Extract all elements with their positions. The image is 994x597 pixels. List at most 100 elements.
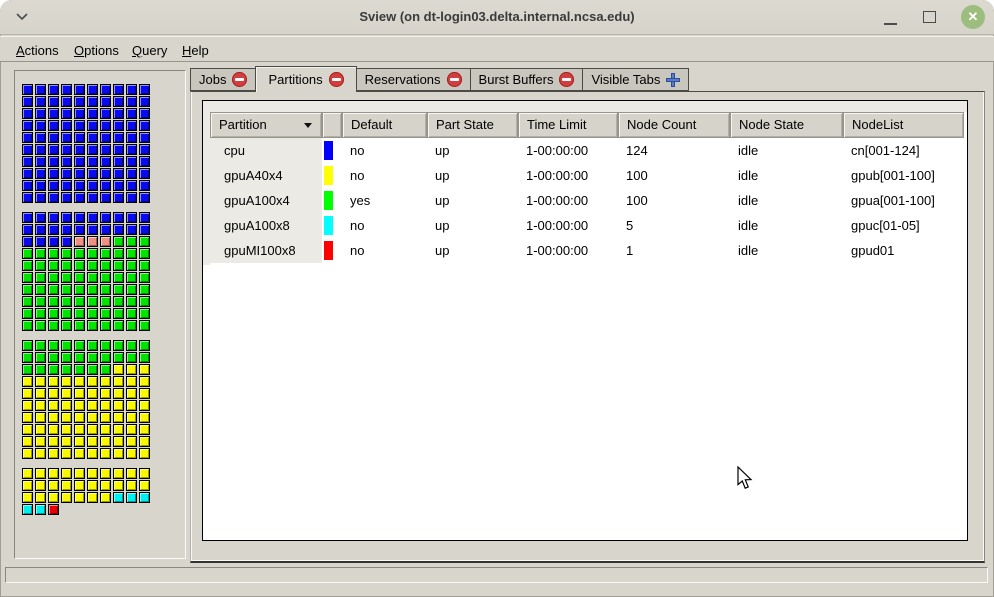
node-square[interactable] xyxy=(61,144,72,155)
table-row[interactable]: cpunoup1-00:00:00124idlecn[001-124] xyxy=(203,138,967,163)
node-square[interactable] xyxy=(126,448,137,459)
node-square[interactable] xyxy=(139,108,150,119)
node-square[interactable] xyxy=(61,492,72,503)
node-square[interactable] xyxy=(61,180,72,191)
close-button[interactable]: ✕ xyxy=(961,5,985,29)
node-square[interactable] xyxy=(87,364,98,375)
node-square[interactable] xyxy=(100,96,111,107)
node-square[interactable] xyxy=(48,272,59,283)
node-square[interactable] xyxy=(22,212,33,223)
node-square[interactable] xyxy=(48,156,59,167)
node-square[interactable] xyxy=(87,120,98,131)
node-square[interactable] xyxy=(100,308,111,319)
node-square[interactable] xyxy=(100,376,111,387)
menu-help[interactable]: Help xyxy=(178,41,213,60)
node-square[interactable] xyxy=(74,388,85,399)
node-square[interactable] xyxy=(113,492,124,503)
tab-partitions[interactable]: Partitions xyxy=(255,66,356,92)
node-square[interactable] xyxy=(100,400,111,411)
node-square[interactable] xyxy=(100,468,111,479)
node-square[interactable] xyxy=(87,448,98,459)
node-square[interactable] xyxy=(87,412,98,423)
node-square[interactable] xyxy=(139,424,150,435)
node-square[interactable] xyxy=(113,96,124,107)
node-square[interactable] xyxy=(61,352,72,363)
node-square[interactable] xyxy=(35,296,46,307)
node-square[interactable] xyxy=(48,236,59,247)
node-square[interactable] xyxy=(35,424,46,435)
node-square[interactable] xyxy=(61,400,72,411)
node-square[interactable] xyxy=(22,84,33,95)
node-square[interactable] xyxy=(74,436,85,447)
node-square[interactable] xyxy=(139,284,150,295)
node-square[interactable] xyxy=(126,120,137,131)
node-square[interactable] xyxy=(126,296,137,307)
node-square[interactable] xyxy=(35,468,46,479)
node-square[interactable] xyxy=(113,144,124,155)
node-square[interactable] xyxy=(126,168,137,179)
node-square[interactable] xyxy=(35,400,46,411)
node-square[interactable] xyxy=(61,108,72,119)
node-square[interactable] xyxy=(22,192,33,203)
column-header-default[interactable]: Default xyxy=(342,112,427,138)
node-square[interactable] xyxy=(139,168,150,179)
node-square[interactable] xyxy=(48,448,59,459)
minimize-button[interactable] xyxy=(884,23,897,25)
node-square[interactable] xyxy=(126,436,137,447)
node-square[interactable] xyxy=(100,340,111,351)
node-square[interactable] xyxy=(22,340,33,351)
node-square[interactable] xyxy=(61,248,72,259)
node-square[interactable] xyxy=(113,436,124,447)
node-square[interactable] xyxy=(35,436,46,447)
node-square[interactable] xyxy=(87,96,98,107)
node-square[interactable] xyxy=(126,192,137,203)
node-square[interactable] xyxy=(48,308,59,319)
node-square[interactable] xyxy=(87,192,98,203)
no-entry-icon[interactable] xyxy=(559,72,574,87)
maximize-button[interactable] xyxy=(923,11,936,23)
node-square[interactable] xyxy=(126,132,137,143)
tab-burst-buffers[interactable]: Burst Buffers xyxy=(470,68,584,91)
node-square[interactable] xyxy=(22,132,33,143)
node-square[interactable] xyxy=(87,296,98,307)
node-square[interactable] xyxy=(139,192,150,203)
node-square[interactable] xyxy=(113,320,124,331)
node-square[interactable] xyxy=(35,144,46,155)
node-square[interactable] xyxy=(87,424,98,435)
node-square[interactable] xyxy=(126,156,137,167)
node-square[interactable] xyxy=(100,108,111,119)
node-square[interactable] xyxy=(87,320,98,331)
node-square[interactable] xyxy=(61,84,72,95)
node-square[interactable] xyxy=(139,468,150,479)
node-square[interactable] xyxy=(100,248,111,259)
node-square[interactable] xyxy=(113,224,124,235)
node-square[interactable] xyxy=(126,352,137,363)
node-square[interactable] xyxy=(87,144,98,155)
column-header-part_state[interactable]: Part State xyxy=(427,112,518,138)
node-square[interactable] xyxy=(48,364,59,375)
node-square[interactable] xyxy=(61,96,72,107)
node-square[interactable] xyxy=(113,156,124,167)
node-square[interactable] xyxy=(22,180,33,191)
node-square[interactable] xyxy=(126,180,137,191)
node-square[interactable] xyxy=(61,156,72,167)
node-square[interactable] xyxy=(35,352,46,363)
node-square[interactable] xyxy=(74,192,85,203)
node-square[interactable] xyxy=(35,504,46,515)
node-square[interactable] xyxy=(74,296,85,307)
node-square[interactable] xyxy=(74,400,85,411)
node-square[interactable] xyxy=(48,480,59,491)
node-square[interactable] xyxy=(22,376,33,387)
node-square[interactable] xyxy=(139,120,150,131)
node-square[interactable] xyxy=(35,388,46,399)
node-square[interactable] xyxy=(126,96,137,107)
node-square[interactable] xyxy=(87,248,98,259)
node-square[interactable] xyxy=(74,108,85,119)
node-square[interactable] xyxy=(113,108,124,119)
node-square[interactable] xyxy=(100,296,111,307)
node-square[interactable] xyxy=(61,192,72,203)
node-square[interactable] xyxy=(113,120,124,131)
node-square[interactable] xyxy=(22,168,33,179)
node-square[interactable] xyxy=(126,84,137,95)
node-square[interactable] xyxy=(35,320,46,331)
